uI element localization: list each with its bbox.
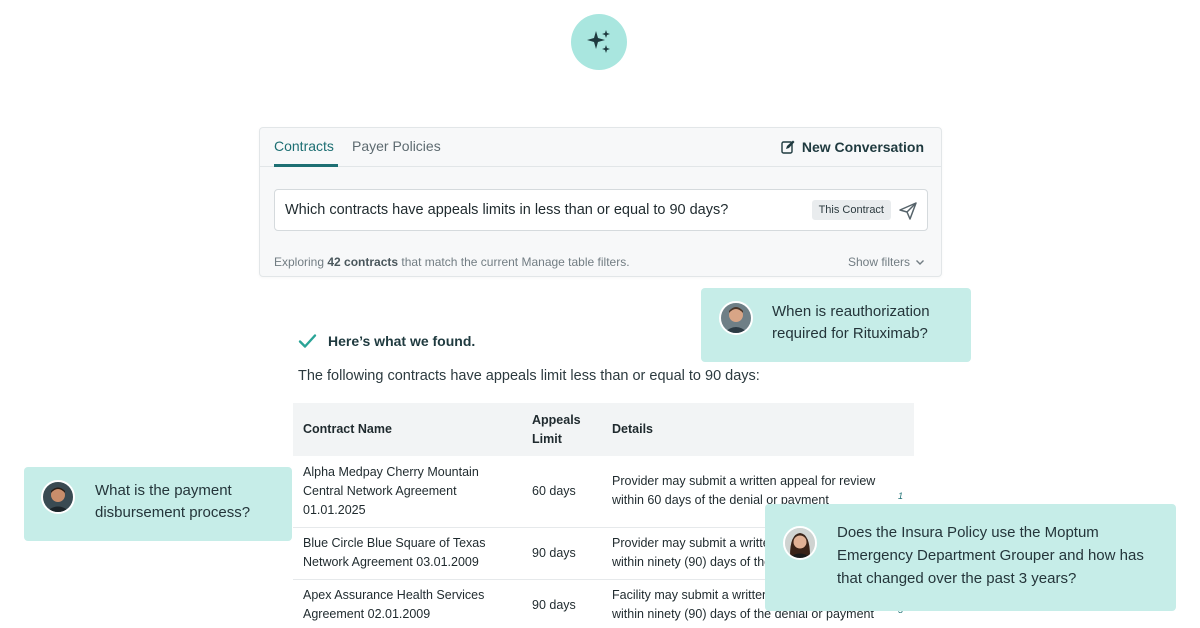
show-filters-label: Show filters [847,255,910,269]
cell-contract-name: Alpha Medpay Cherry Mountain Central Net… [293,456,532,528]
suggested-question-insura-policy[interactable]: Does the Insura Policy use the Moptum Em… [765,504,1176,611]
query-panel: Contracts Payer Policies New Conversatio… [259,127,942,277]
bubble-text: What is the payment disbursement process… [95,482,251,521]
header-appeals-limit: Appeals Limit [532,403,612,456]
header-details: Details [612,403,914,456]
suggested-question-payment[interactable]: What is the payment disbursement process… [24,467,292,541]
cell-contract-name: Apex Assurance Health Services Agreement… [293,579,532,628]
query-input-value: Which contracts have appeals limits in l… [285,202,729,218]
bubble-text: Does the Insura Policy use the Moptum Em… [837,524,1144,587]
header-contract-name: Contract Name [293,403,532,456]
answer-intro: The following contracts have appeals lim… [298,368,760,384]
citation-ref[interactable]: 1 [898,491,903,501]
avatar [719,301,753,335]
tab-payer-policies[interactable]: Payer Policies [352,138,441,154]
table-header-row: Contract Name Appeals Limit Details [293,403,914,456]
avatar [783,526,817,560]
tab-contracts[interactable]: Contracts [274,138,338,167]
contract-name-text: Alpha Medpay Cherry Mountain Central Net… [303,464,479,517]
cell-appeals-limit: 90 days [532,527,612,580]
scope-chip[interactable]: This Contract [811,200,891,220]
new-conversation-button[interactable]: New Conversation [781,139,924,155]
sparkles-icon [587,30,610,53]
query-input[interactable]: Which contracts have appeals limits in l… [274,189,928,231]
avatar [41,480,75,514]
answer-heading-text: Here’s what we found. [328,333,476,349]
check-icon [298,334,317,348]
suggested-question-rituximab[interactable]: When is reauthorization required for Rit… [701,288,971,362]
cell-appeals-limit: 60 days [532,456,612,528]
explore-summary: Exploring 42 contracts that match the cu… [274,255,630,269]
show-filters-button[interactable]: Show filters [848,255,925,269]
contract-name-text: Apex Assurance Health Services Agreement… [303,588,485,621]
contract-name-text: Blue Circle Blue Square of Texas Network… [303,536,486,569]
cell-appeals-limit: 90 days [532,579,612,628]
new-conversation-label: New Conversation [801,139,924,155]
answer-heading: Here’s what we found. [298,333,475,349]
cell-contract-name: Blue Circle Blue Square of Texas Network… [293,527,532,580]
ai-sparkle-badge [571,14,627,70]
explore-count: 42 contracts [327,255,399,269]
header-appeals-limit-text: Appeals Limit [532,412,581,446]
send-icon[interactable] [898,201,918,221]
explore-suffix: that match the current Manage table filt… [398,255,630,269]
tab-bar: Contracts Payer Policies New Conversatio… [260,128,941,167]
bubble-text: When is reauthorization required for Rit… [772,303,930,342]
chevron-down-icon [916,260,924,265]
edit-icon [781,140,795,154]
explore-prefix: Exploring [274,255,328,269]
